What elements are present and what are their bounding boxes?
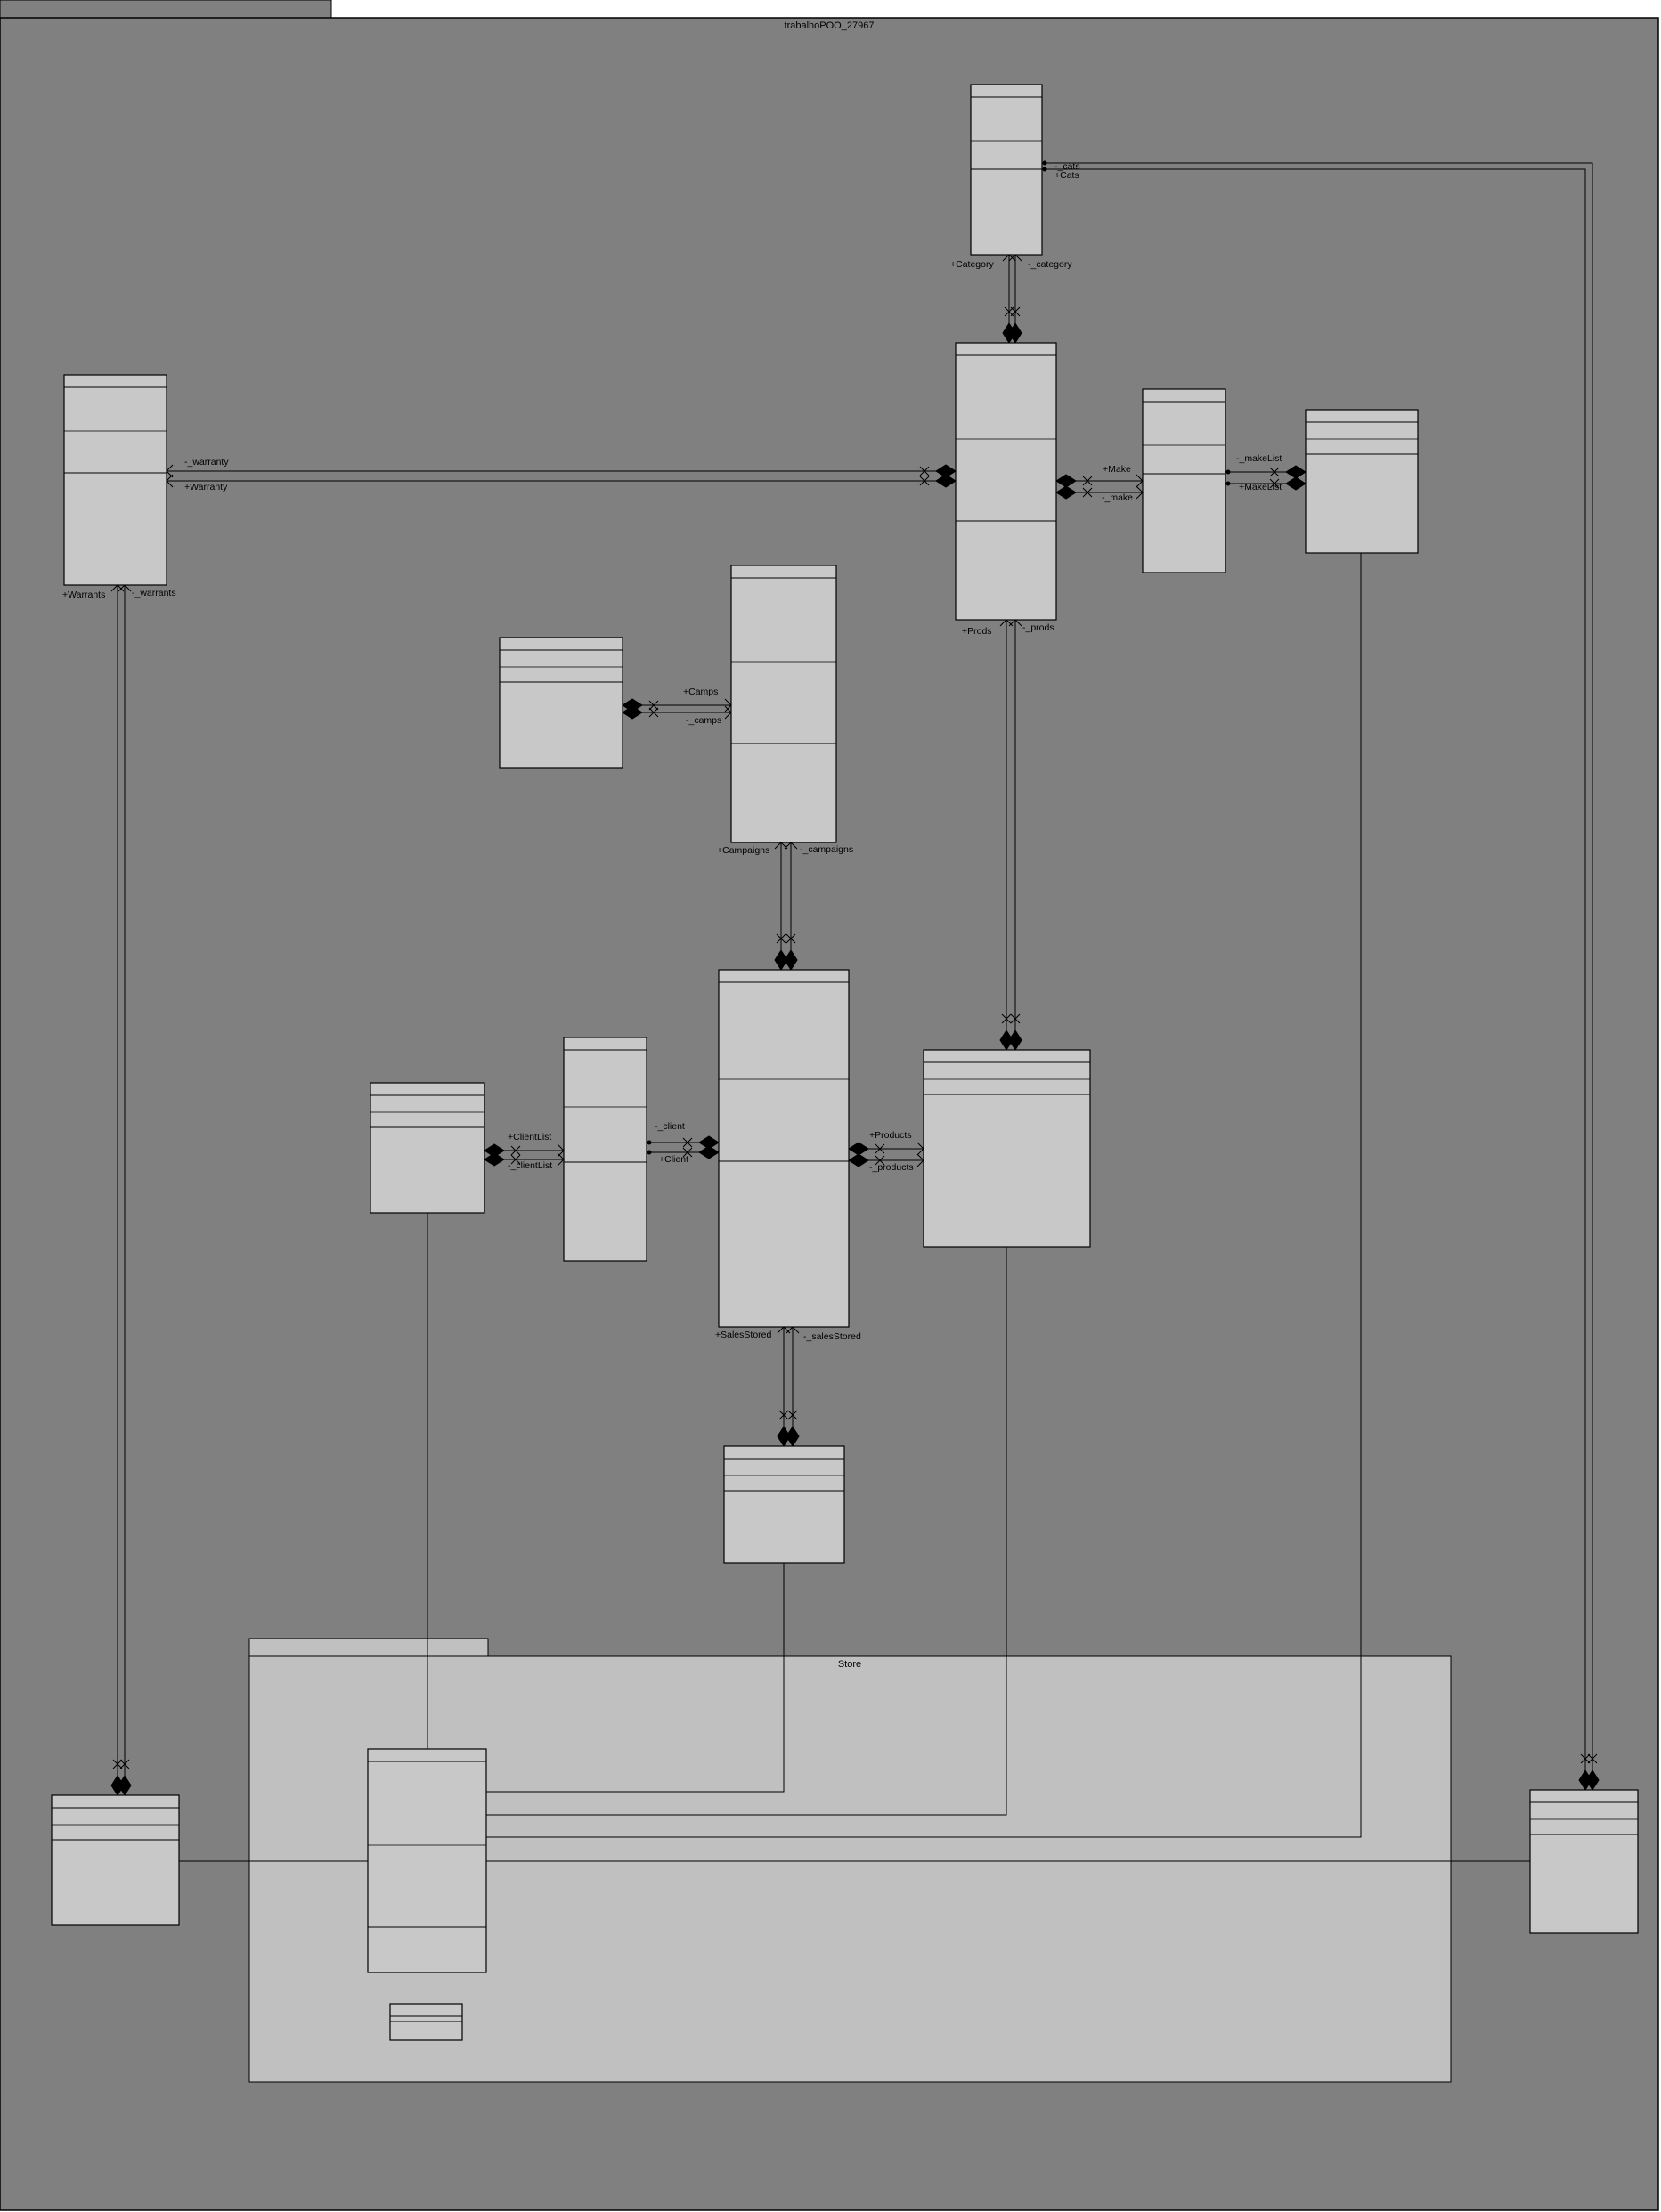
association-role-label: +Warrants (62, 590, 105, 600)
package-store-title: Store (838, 1659, 861, 1670)
class-products[interactable] (923, 1049, 1091, 1248)
association-role-label: -_warranty (184, 457, 229, 468)
association-role-label: -_client (655, 1121, 685, 1132)
class-clients[interactable] (370, 1082, 485, 1214)
association-role-label: +Category (950, 259, 994, 270)
association-role-label: +Campaigns (717, 845, 769, 856)
class-categories[interactable] (1529, 1789, 1639, 1934)
association-role-label: -_salesStored (803, 1331, 861, 1342)
class-warranty[interactable] (63, 374, 167, 586)
ownership-dot (1225, 481, 1231, 486)
association-role-label: -_makeList (1236, 453, 1282, 464)
class-sale[interactable] (718, 969, 850, 1328)
association-role-label: -_category (1028, 259, 1072, 270)
association-role-label: +Client (659, 1154, 688, 1165)
class-campaigns[interactable] (499, 637, 623, 769)
association-role-label: +Prods (962, 626, 992, 637)
class-warranties[interactable] (51, 1794, 180, 1926)
ownership-dot (1042, 167, 1047, 172)
ownership-dot (647, 1150, 652, 1155)
class-product[interactable] (955, 342, 1057, 621)
class-bestsale[interactable] (389, 2003, 463, 2041)
class-client[interactable] (563, 1037, 647, 1262)
ownership-dot (1225, 469, 1231, 475)
association-role-label: +ClientList (508, 1132, 551, 1143)
association-role-label: +Camps (683, 687, 718, 697)
class-makes[interactable] (1305, 409, 1419, 554)
uml-class-diagram: trabalhoPOO_27967 Store -_cats+Cats+Cate… (0, 0, 1659, 2211)
class-campaign[interactable] (730, 565, 837, 843)
association-role-label: +MakeList (1239, 482, 1282, 492)
association-role-label: -_make (1102, 492, 1133, 503)
association-role-label: +Make (1103, 464, 1131, 475)
association-role-label: +Products (869, 1130, 912, 1141)
association-role-label: -_prods (1022, 622, 1054, 633)
association-role-label: -_products (869, 1162, 914, 1173)
association-role-label: +Warranty (184, 482, 228, 492)
association-role-label: -_clientList (508, 1160, 552, 1171)
ownership-dot (1042, 160, 1047, 166)
class-make[interactable] (1142, 388, 1226, 573)
ownership-dot (647, 1140, 652, 1145)
class-category[interactable] (970, 84, 1043, 256)
association-role-label: +SalesStored (715, 1330, 771, 1340)
association-role-label: -_campaigns (800, 844, 853, 855)
class-store[interactable] (367, 1748, 487, 1973)
association-role-label: -_warrants (132, 588, 176, 598)
association-role-label: -_camps (686, 715, 721, 726)
package-outer-title: trabalhoPOO_27967 (785, 20, 875, 31)
class-sales[interactable] (723, 1445, 845, 1564)
association-role-label: +Cats (1054, 170, 1079, 181)
